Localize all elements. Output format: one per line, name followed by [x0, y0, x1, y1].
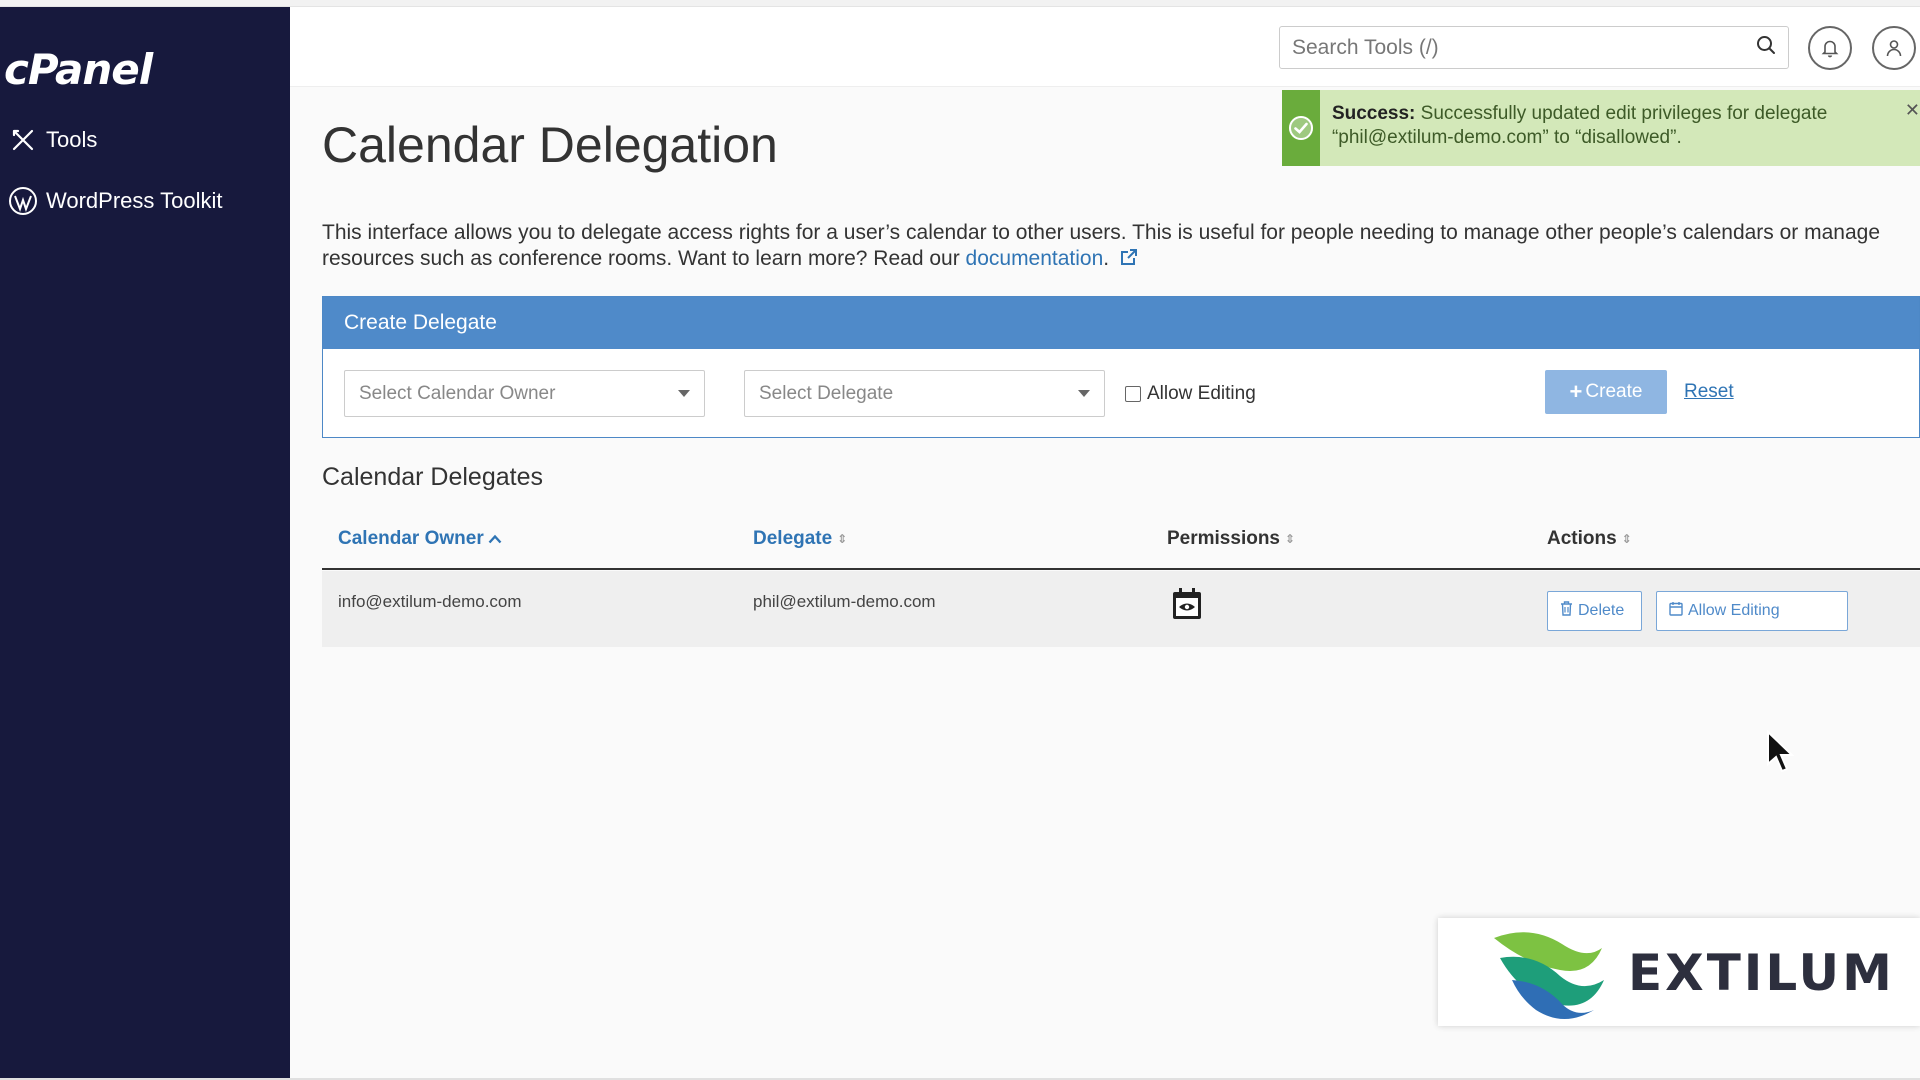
success-alert: Success: Successfully updated edit privi…: [1282, 90, 1920, 166]
mouse-cursor-icon: [1766, 729, 1796, 779]
select-placeholder: Select Calendar Owner: [359, 382, 556, 404]
table-header: Calendar Owner Delegate ⇕ Permissions ⇕ …: [322, 510, 1920, 570]
select-placeholder: Select Delegate: [759, 382, 894, 404]
sort-ascending-icon: [488, 528, 502, 550]
column-label: Actions: [1547, 528, 1617, 549]
close-icon[interactable]: ✕: [1905, 100, 1920, 121]
delegates-heading: Calendar Delegates: [322, 463, 543, 491]
wordpress-icon: [0, 186, 46, 216]
delete-label: Delete: [1578, 602, 1625, 619]
sidebar-item-tools[interactable]: Tools: [0, 115, 290, 165]
allow-editing-label: Allow Editing: [1147, 383, 1256, 404]
plus-icon: +: [1569, 379, 1583, 404]
sidebar-item-label: Tools: [46, 127, 98, 152]
create-label: Create: [1585, 381, 1643, 402]
search-input[interactable]: [1292, 35, 1756, 60]
sort-icon: ⇕: [837, 532, 848, 546]
sidebar-item-label: WordPress Toolkit: [46, 188, 223, 213]
cpanel-logo[interactable]: cPanel: [4, 45, 153, 94]
delegate-select[interactable]: Select Delegate: [744, 370, 1105, 417]
tools-icon: [0, 125, 46, 155]
delegate-cell: phil@extilum-demo.com: [753, 592, 936, 611]
column-label: Delegate: [753, 528, 833, 549]
search-icon[interactable]: [1756, 35, 1776, 60]
table-row: info@extilum-demo.com phil@extilum-demo.…: [322, 571, 1920, 647]
external-link-icon[interactable]: [1119, 247, 1139, 274]
trash-icon: [1560, 601, 1573, 621]
chevron-down-icon: [1078, 390, 1090, 397]
search-box[interactable]: [1279, 26, 1789, 69]
panel-heading: Create Delegate: [323, 297, 1919, 349]
column-calendar-owner[interactable]: Calendar Owner: [338, 528, 502, 550]
user-icon: [1886, 40, 1902, 57]
allow-editing-option[interactable]: Allow Editing: [1125, 383, 1256, 405]
column-label: Permissions: [1167, 528, 1280, 549]
allow-editing-checkbox[interactable]: [1125, 386, 1141, 402]
alert-strong: Success:: [1331, 103, 1416, 124]
sidebar: cPanel Tools WordPress Toolkit: [0, 7, 290, 1080]
extilum-logo-mark-icon: [1494, 932, 1604, 1019]
calendar-view-icon: [1171, 587, 1203, 626]
extilum-brand-badge: EXTILUM: [1438, 918, 1920, 1026]
calendar-owner-select[interactable]: Select Calendar Owner: [344, 370, 705, 417]
alert-text: Success: Successfully updated edit privi…: [1320, 90, 1920, 166]
calendar-icon: [1669, 601, 1683, 621]
documentation-link[interactable]: documentation: [966, 247, 1104, 270]
user-menu-button[interactable]: [1872, 26, 1916, 70]
extilum-wordmark: EXTILUM: [1628, 944, 1895, 1002]
page-description: This interface allows you to delegate ac…: [322, 220, 1912, 274]
window-top-edge: [0, 0, 1920, 7]
reset-link[interactable]: Reset: [1684, 381, 1734, 403]
page-title: Calendar Delegation: [322, 117, 778, 173]
sidebar-item-wordpress-toolkit[interactable]: WordPress Toolkit: [0, 176, 290, 226]
column-permissions[interactable]: Permissions ⇕: [1167, 528, 1295, 550]
sort-icon: ⇕: [1285, 532, 1296, 546]
delete-button[interactable]: Delete: [1547, 591, 1642, 631]
bell-icon: [1821, 40, 1839, 58]
owner-cell: info@extilum-demo.com: [338, 592, 522, 611]
allow-editing-button[interactable]: Allow Editing: [1656, 591, 1848, 631]
sort-icon: ⇕: [1621, 532, 1632, 546]
chevron-down-icon: [678, 390, 690, 397]
column-delegate[interactable]: Delegate ⇕: [753, 528, 847, 550]
column-actions[interactable]: Actions ⇕: [1547, 528, 1632, 550]
success-check-icon: [1282, 90, 1320, 166]
notifications-button[interactable]: [1808, 26, 1852, 70]
create-button[interactable]: + Create: [1545, 370, 1667, 414]
create-delegate-panel: Create Delegate Select Calendar Owner Se…: [322, 296, 1920, 438]
description-end: .: [1103, 247, 1110, 270]
allow-editing-action-label: Allow Editing: [1688, 602, 1780, 619]
column-label: Calendar Owner: [338, 528, 484, 549]
